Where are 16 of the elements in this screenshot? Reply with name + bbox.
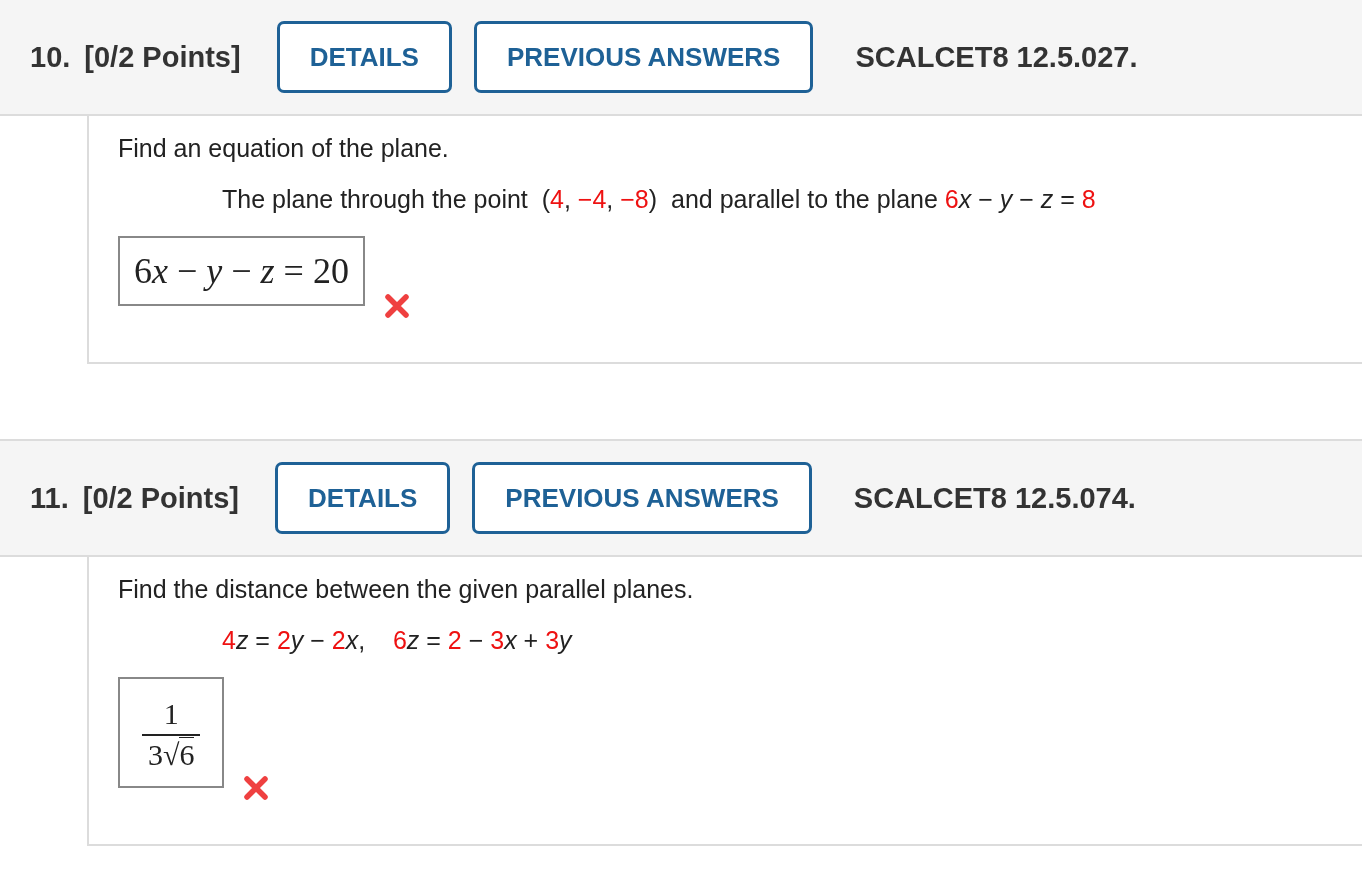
previous-answers-button[interactable]: PREVIOUS ANSWERS xyxy=(472,462,812,534)
previous-answers-button[interactable]: PREVIOUS ANSWERS xyxy=(473,21,814,93)
question-statement: The plane through the point (4, −4, −8) and parallel to the plane 6x − y − z = 8 xyxy=(222,185,1097,214)
details-button[interactable]: DETAILS xyxy=(276,21,452,93)
problem-code: SCALCET8 12.5.027. xyxy=(855,40,1138,74)
points-label: [0/2 Points] xyxy=(82,481,240,515)
problem-code: SCALCET8 12.5.074. xyxy=(853,481,1136,515)
details-button[interactable]: DETAILS xyxy=(275,462,451,534)
question-prompt: Find an equation of the plane. xyxy=(118,134,450,163)
question-number: 11. xyxy=(30,481,69,515)
question-statement: 4z = 2y − 2x, 6z = 2 − 3x + 3y xyxy=(222,626,574,655)
question-number: 10. xyxy=(30,40,71,74)
answer-box[interactable]: 6x − y − z = 20 xyxy=(118,236,365,306)
points-label: [0/2 Points] xyxy=(84,40,241,74)
question-prompt: Find the distance between the given parallel planes. xyxy=(118,575,695,604)
answer-box[interactable]: 1 3√6 xyxy=(118,677,225,788)
